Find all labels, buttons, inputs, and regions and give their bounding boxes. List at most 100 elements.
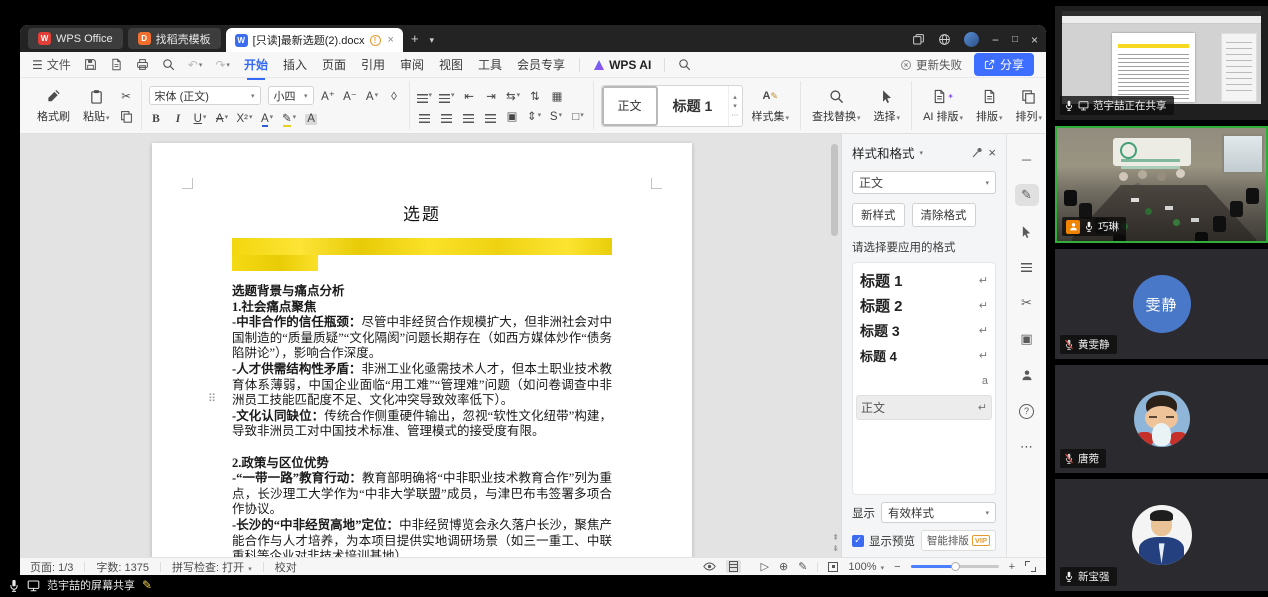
panel-close-icon[interactable]: ×	[988, 145, 996, 160]
font-name-select[interactable]: 宋体 (正文)▾	[149, 86, 261, 105]
share-button[interactable]: 分享	[974, 53, 1034, 76]
video-tile-huangwenjing[interactable]: 雯静 黄雯静	[1055, 249, 1268, 359]
menu-insert[interactable]: 插入	[282, 54, 308, 75]
adjust-tool-icon[interactable]	[1015, 256, 1039, 278]
gallery-more-icon[interactable]: ⋯	[732, 111, 739, 119]
zoom-slider[interactable]	[911, 565, 999, 568]
print-icon[interactable]	[136, 58, 149, 71]
select-tool-icon[interactable]	[1015, 220, 1039, 242]
web-view-icon[interactable]: ⊕	[779, 560, 788, 573]
document-icon[interactable]	[110, 58, 123, 71]
menu-tools[interactable]: 工具	[477, 54, 503, 75]
style-item-default-font[interactable]: a	[860, 368, 988, 393]
minimize-button[interactable]: −	[992, 33, 999, 47]
style-set-button[interactable]: A✎ 样式集▾	[748, 88, 794, 124]
show-filter-select[interactable]: 有效样式▾	[881, 502, 996, 523]
menu-home[interactable]: 开始	[243, 54, 269, 75]
menu-member[interactable]: 会员专享	[516, 54, 566, 75]
tab-list-dropdown[interactable]: ▾	[427, 35, 438, 46]
globe-icon[interactable]	[938, 33, 951, 46]
page-view-button[interactable]	[726, 560, 741, 573]
style-item-heading3[interactable]: 标题 3↵	[860, 318, 988, 343]
spellcheck-status[interactable]: 拼写检查: 打开 ▾	[172, 559, 252, 575]
edit-pen-tool[interactable]: ✎	[1015, 184, 1039, 206]
update-status[interactable]: 更新失败	[900, 57, 962, 73]
scrollbar-thumb[interactable]	[831, 144, 838, 236]
numbered-list-button[interactable]: ▾	[439, 88, 455, 103]
clear-format-button[interactable]: ◊	[387, 88, 402, 103]
wps-ai-button[interactable]: WPS AI	[593, 58, 651, 72]
style-item-heading4[interactable]: 标题 4↵	[860, 343, 988, 368]
tab-wps-office[interactable]: W WPS Office	[28, 28, 123, 49]
video-tile-screen-share[interactable]: 范宇喆正在共享	[1055, 6, 1268, 120]
grow-font-button[interactable]: A⁺	[321, 88, 336, 103]
align-center-button[interactable]	[439, 108, 454, 123]
font-size-select[interactable]: 小四▾	[268, 86, 314, 105]
undo-button[interactable]: ↶▾	[188, 58, 203, 72]
arrange-button[interactable]: 排列▾	[1012, 88, 1046, 124]
video-tile-tangwan[interactable]: 唐菀	[1055, 365, 1268, 473]
preview-icon[interactable]	[162, 58, 175, 71]
page-indicator[interactable]: 页面: 1/3	[30, 559, 73, 575]
microphone-icon[interactable]	[8, 579, 20, 592]
search-icon[interactable]	[678, 58, 691, 71]
columns-button[interactable]: ▦	[550, 88, 565, 103]
help-icon[interactable]: ?	[1015, 400, 1039, 422]
skin-tool-icon[interactable]	[1015, 364, 1039, 386]
annotate-pen-icon[interactable]: ✎	[798, 560, 807, 573]
zoom-level[interactable]: 100% ▾	[848, 561, 884, 573]
strikethrough-button[interactable]: A▾	[215, 110, 230, 125]
decrease-indent-button[interactable]: ⇤	[462, 88, 477, 103]
smart-layout-button[interactable]: 智能排版 VIP	[921, 530, 996, 551]
style-item-heading1[interactable]: 标题 1↵	[860, 268, 988, 293]
gallery-down-icon[interactable]: ▾	[732, 102, 739, 110]
proofread-button[interactable]: 校对	[275, 559, 297, 575]
zoom-in-button[interactable]: +	[1009, 561, 1015, 573]
clear-format-button[interactable]: 清除格式	[912, 203, 976, 227]
menu-review[interactable]: 审阅	[399, 54, 425, 75]
shading-button[interactable]: S▾	[549, 108, 564, 123]
fit-page-icon[interactable]	[828, 562, 838, 572]
vertical-scrollbar[interactable]	[831, 142, 838, 531]
reading-eye-icon[interactable]	[703, 560, 716, 573]
file-menu[interactable]: ☰文件	[32, 56, 71, 73]
style-heading-1[interactable]: 标题 1	[658, 86, 728, 126]
tools-icon[interactable]: ✂	[1015, 292, 1039, 314]
style-body-text[interactable]: 正文	[602, 86, 658, 126]
highlight-button[interactable]: ✎▾	[282, 110, 297, 125]
menu-reference[interactable]: 引用	[360, 54, 386, 75]
format-painter-button[interactable]: 格式刷	[33, 88, 74, 124]
tab-close-icon[interactable]: ×	[388, 34, 394, 46]
underline-button[interactable]: U▾	[193, 110, 208, 125]
text-direction-button[interactable]: ⇆▾	[506, 88, 521, 103]
word-count[interactable]: 字数: 1375	[96, 559, 149, 575]
paragraph-drag-handle-icon[interactable]: ⠿	[208, 392, 216, 405]
pin-icon[interactable]	[971, 146, 984, 159]
fullscreen-icon[interactable]	[1025, 561, 1036, 572]
menu-view[interactable]: 视图	[438, 54, 464, 75]
tab-docer-templates[interactable]: D 找稻壳模板	[128, 28, 221, 49]
next-page-icon[interactable]: ⇟	[832, 544, 839, 553]
ai-layout-button[interactable]: ✦ AI 排版▾	[919, 88, 967, 124]
read-mode-icon[interactable]: ▷	[761, 560, 769, 573]
current-style-select[interactable]: 正文 ▾	[852, 171, 996, 194]
superscript-button[interactable]: X²▾	[237, 110, 253, 125]
panel-title-dropdown-icon[interactable]: ▾	[920, 149, 924, 157]
annotation-pencil-icon[interactable]: ✎	[142, 578, 152, 592]
layout-mode-icon[interactable]	[912, 33, 925, 46]
cut-button[interactable]: ✂	[119, 88, 134, 103]
video-tile-meeting-room[interactable]: 巧琳	[1055, 126, 1268, 243]
close-button[interactable]: ×	[1031, 33, 1038, 47]
bold-button[interactable]: B	[149, 110, 164, 125]
sort-button[interactable]: ⇅	[528, 88, 543, 103]
shrink-font-button[interactable]: A⁻	[343, 88, 358, 103]
more-tools-icon[interactable]: ⋯	[1015, 436, 1039, 458]
align-right-button[interactable]	[461, 108, 476, 123]
zoom-slider-knob[interactable]	[951, 562, 960, 571]
italic-button[interactable]: I	[171, 110, 186, 125]
redo-button[interactable]: ↷▾	[215, 58, 230, 72]
video-tile-xinbaoqiang[interactable]: 新宝强	[1055, 479, 1268, 591]
borders-button[interactable]: □▾	[571, 108, 586, 123]
layout-button[interactable]: 排版▾	[972, 88, 1007, 124]
text-effects-button[interactable]: A▾	[365, 88, 380, 103]
